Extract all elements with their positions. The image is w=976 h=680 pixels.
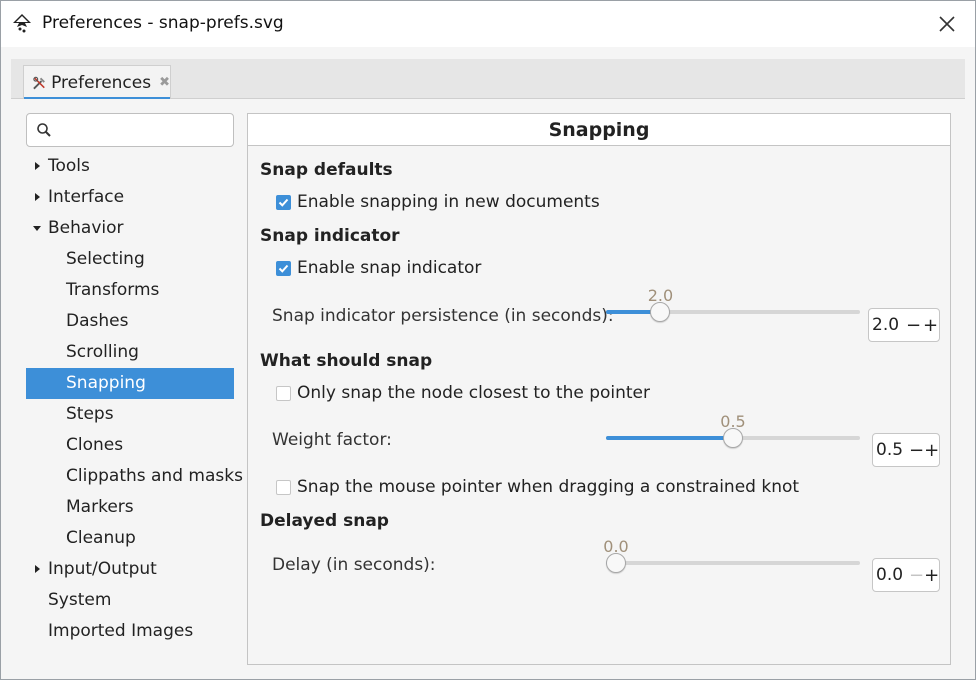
tools-icon xyxy=(33,76,45,89)
decrement-button[interactable]: − xyxy=(909,559,924,591)
sidebar-item-label: Clones xyxy=(66,435,124,455)
persistence-slider[interactable]: 2.0 xyxy=(606,286,860,326)
sidebar-item-transforms[interactable]: Transforms xyxy=(26,275,234,306)
dialog-body: Preferences ✖ Tools Interface Behavior Sele… xyxy=(1,47,975,679)
decrement-button[interactable]: − xyxy=(909,434,924,466)
increment-button[interactable]: + xyxy=(924,559,939,591)
spinbox-value[interactable]: 0.5 xyxy=(873,440,909,460)
enable-snap-indicator-label: Enable snap indicator xyxy=(297,258,482,278)
expander-right-icon[interactable] xyxy=(32,151,42,182)
persistence-spinbox[interactable]: 2.0 − + xyxy=(868,308,940,342)
only-closest-node-label: Only snap the node closest to the pointe… xyxy=(297,383,651,403)
spinbox-value[interactable]: 0.0 xyxy=(873,565,909,585)
spinbox-value[interactable]: 2.0 xyxy=(869,315,905,335)
enable-snapping-label: Enable snapping in new documents xyxy=(297,192,600,212)
weight-factor-slider[interactable]: 0.5 xyxy=(606,412,860,452)
sidebar-item-label: Transforms xyxy=(66,280,160,300)
sidebar-item-clones[interactable]: Clones xyxy=(26,430,234,461)
increment-button[interactable]: + xyxy=(922,309,939,341)
section-snap-defaults: Snap defaults xyxy=(260,160,393,180)
checkbox-checked-icon xyxy=(276,260,291,276)
sidebar-item-label: Snapping xyxy=(66,373,146,393)
sidebar-item-label: Imported Images xyxy=(48,621,194,641)
slider-handle[interactable] xyxy=(723,428,743,448)
snap-mouse-pointer-checkbox[interactable]: Snap the mouse pointer when dragging a c… xyxy=(276,477,799,497)
inkscape-app-icon xyxy=(11,13,33,35)
sidebar-item-cleanup[interactable]: Cleanup xyxy=(26,523,234,554)
weight-factor-spinbox[interactable]: 0.5 − + xyxy=(872,433,940,467)
sidebar-item-label: Tools xyxy=(48,156,90,176)
delay-slider[interactable]: 0.0 xyxy=(603,537,860,577)
tab-preferences[interactable]: Preferences ✖ xyxy=(23,65,171,100)
expander-down-icon[interactable] xyxy=(32,213,42,244)
enable-snapping-checkbox[interactable]: Enable snapping in new documents xyxy=(276,192,600,212)
window-close-button[interactable] xyxy=(933,10,961,38)
sidebar-item-interface[interactable]: Interface xyxy=(26,182,234,213)
sidebar-item-label: Steps xyxy=(66,404,114,424)
slider-track xyxy=(606,561,860,565)
preferences-window: Preferences - snap-prefs.svg Preferences… xyxy=(0,0,976,680)
sidebar-item-label: Input/Output xyxy=(48,559,157,579)
preferences-tree: Tools Interface Behavior Selecting Transform… xyxy=(26,151,243,647)
sidebar-item-dashes[interactable]: Dashes xyxy=(26,306,234,337)
panel-content: Snap defaults Enable snapping in new doc… xyxy=(248,146,950,664)
checkbox-checked-icon xyxy=(276,194,291,210)
slider-handle[interactable] xyxy=(606,553,626,573)
snapping-panel: Snapping Snap defaults Enable snapping i… xyxy=(247,113,951,665)
sidebar-item-clippaths-and-masks[interactable]: Clippaths and masks xyxy=(26,461,243,492)
sidebar-item-label: Selecting xyxy=(66,249,145,269)
content-area: Tools Interface Behavior Selecting Transform… xyxy=(11,99,965,671)
delay-spinbox[interactable]: 0.0 − + xyxy=(872,558,940,592)
enable-snap-indicator-checkbox[interactable]: Enable snap indicator xyxy=(276,258,481,278)
sidebar-item-system[interactable]: System xyxy=(26,585,234,616)
sidebar-item-snapping[interactable]: Snapping xyxy=(26,368,234,399)
sidebar-item-scrolling[interactable]: Scrolling xyxy=(26,337,234,368)
sidebar-item-label: Behavior xyxy=(48,218,124,238)
persistence-label: Snap indicator persistence (in seconds): xyxy=(272,306,614,326)
tab-label: Preferences xyxy=(51,72,152,93)
section-what-should-snap: What should snap xyxy=(260,351,433,371)
search-input[interactable] xyxy=(26,113,234,147)
increment-button[interactable]: + xyxy=(924,434,939,466)
window-title: Preferences - snap-prefs.svg xyxy=(42,13,284,33)
sidebar-item-label: System xyxy=(48,590,112,610)
snap-mouse-pointer-label: Snap the mouse pointer when dragging a c… xyxy=(297,477,800,497)
sidebar-item-steps[interactable]: Steps xyxy=(26,399,234,430)
slider-fill xyxy=(606,436,733,440)
sidebar-item-imported-images[interactable]: Imported Images xyxy=(26,616,234,647)
sidebar-item-input-output[interactable]: Input/Output xyxy=(26,554,234,585)
slider-handle[interactable] xyxy=(650,302,671,322)
sidebar-item-label: Dashes xyxy=(66,311,129,331)
sidebar-item-label: Clippaths and masks xyxy=(66,466,243,486)
page-title: Snapping xyxy=(248,114,950,146)
close-icon xyxy=(939,16,955,32)
sidebar-item-label: Interface xyxy=(48,187,125,207)
only-closest-node-checkbox[interactable]: Only snap the node closest to the pointe… xyxy=(276,383,650,403)
delay-label: Delay (in seconds): xyxy=(272,555,436,575)
sidebar-item-tools[interactable]: Tools xyxy=(26,151,234,182)
section-delayed-snap: Delayed snap xyxy=(260,511,389,531)
checkbox-unchecked-icon xyxy=(276,479,291,495)
weight-factor-label: Weight factor: xyxy=(272,430,392,450)
section-snap-indicator: Snap indicator xyxy=(260,226,400,246)
title-bar: Preferences - snap-prefs.svg xyxy=(1,1,975,47)
sidebar-item-label: Cleanup xyxy=(66,528,136,548)
tab-bar: Preferences ✖ xyxy=(11,59,965,100)
expander-right-icon[interactable] xyxy=(32,554,42,585)
checkbox-unchecked-icon xyxy=(276,385,291,401)
tab-close-icon[interactable]: ✖ xyxy=(159,76,170,89)
sidebar-item-behavior[interactable]: Behavior xyxy=(26,213,234,244)
sidebar-item-label: Markers xyxy=(66,497,134,517)
sidebar-item-markers[interactable]: Markers xyxy=(26,492,234,523)
sidebar-item-label: Scrolling xyxy=(66,342,139,362)
sidebar-item-selecting[interactable]: Selecting xyxy=(26,244,234,275)
expander-right-icon[interactable] xyxy=(32,182,42,213)
search-icon xyxy=(37,123,51,137)
decrement-button[interactable]: − xyxy=(905,309,922,341)
